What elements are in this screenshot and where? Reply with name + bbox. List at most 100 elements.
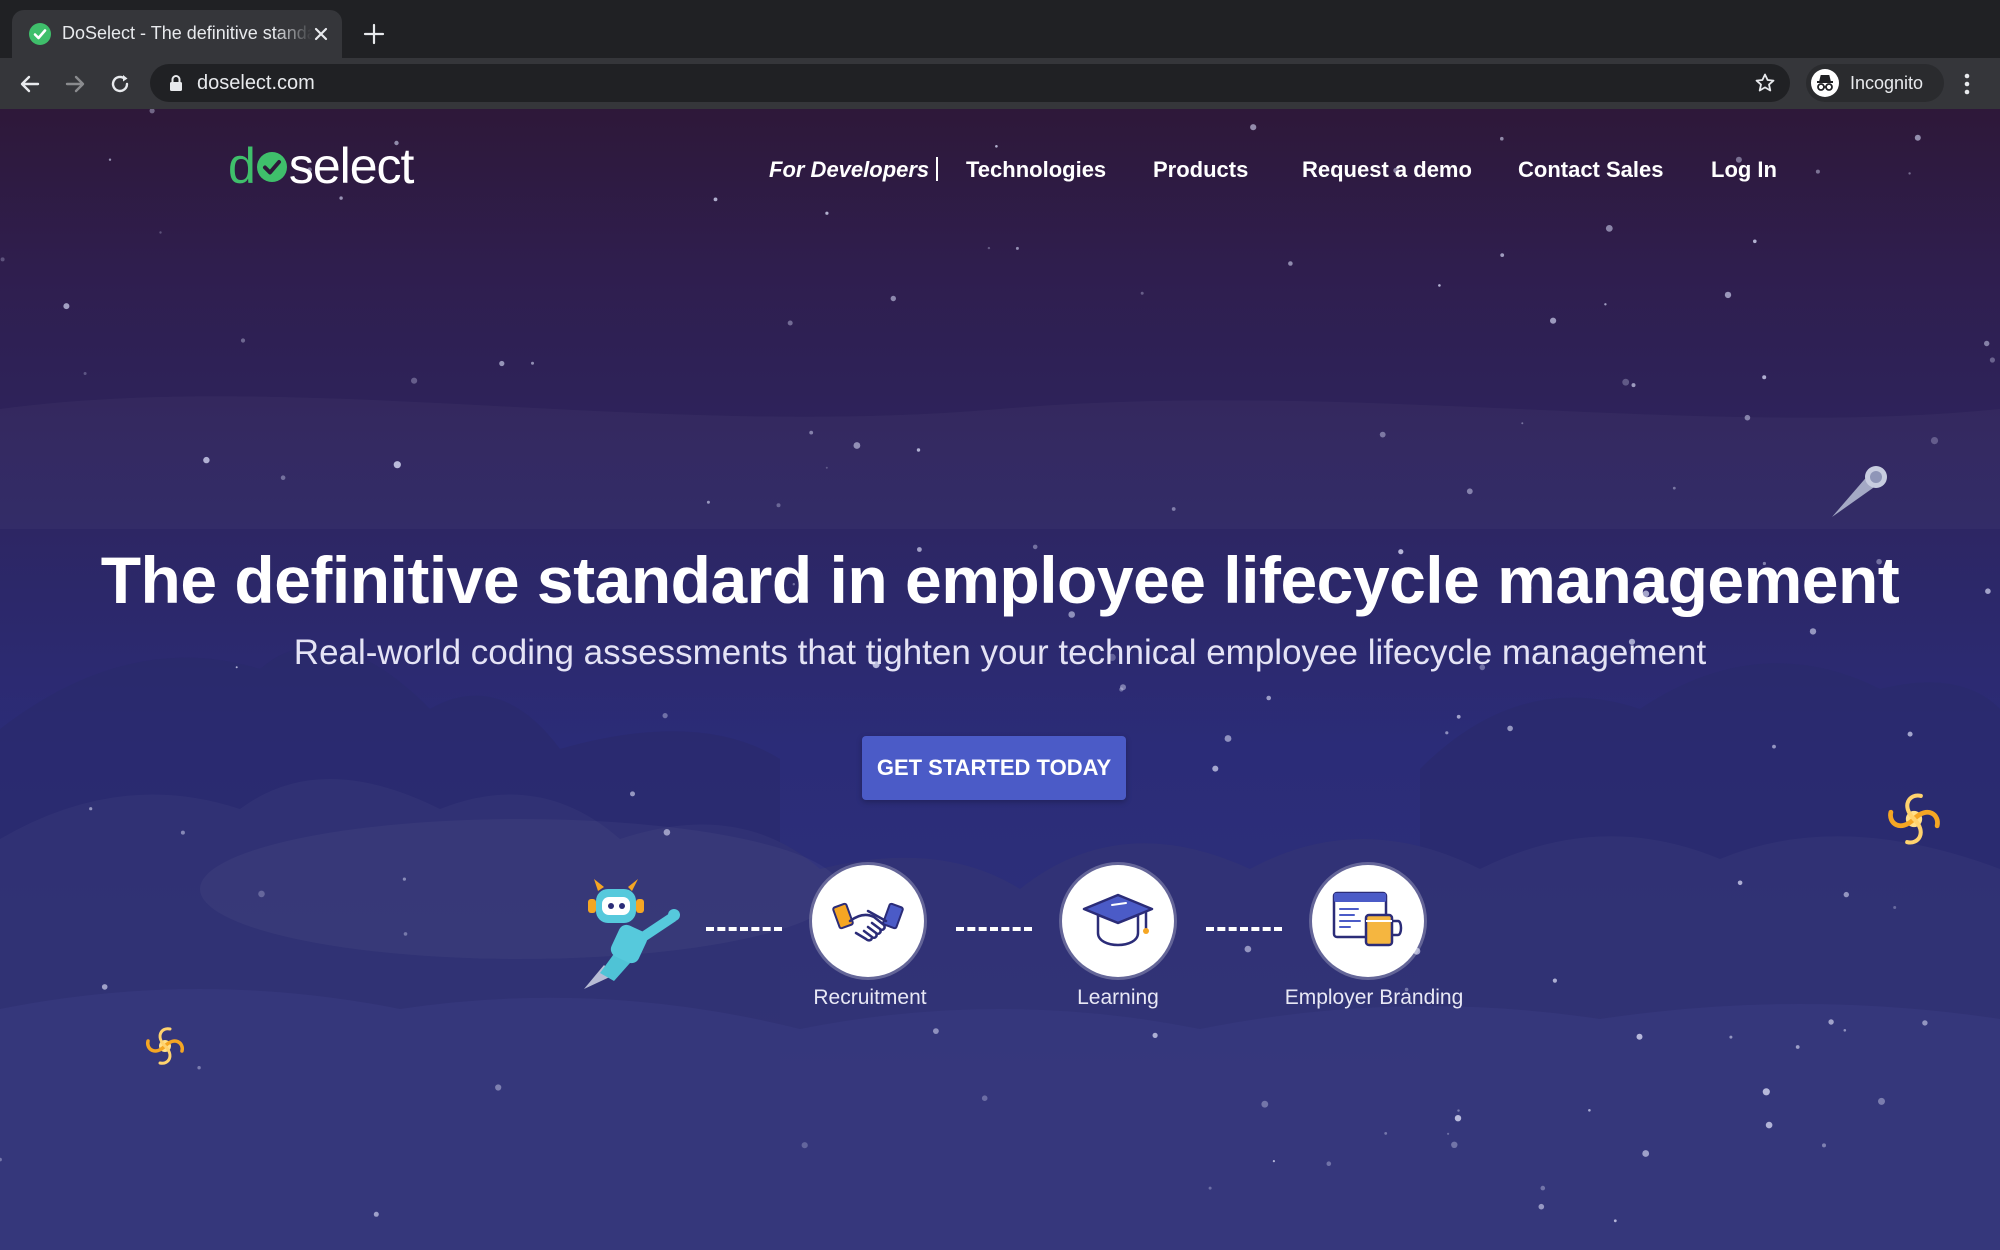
star (1908, 172, 1911, 175)
star (825, 466, 828, 469)
page-viewport: d select For Developers Technologies Prod… (0, 109, 2000, 1250)
nav-for-developers[interactable]: For Developers (769, 157, 929, 183)
star (1930, 437, 1939, 445)
star (1171, 507, 1176, 511)
star (1250, 124, 1257, 131)
star (1672, 486, 1676, 490)
star (1843, 891, 1850, 898)
nav-separator (936, 157, 938, 181)
nav-log-in[interactable]: Log In (1711, 157, 1777, 183)
star (1843, 1029, 1847, 1032)
star (0, 257, 5, 262)
star (1631, 383, 1636, 388)
lock-icon (168, 74, 184, 92)
star (159, 231, 162, 234)
star (1893, 906, 1897, 909)
reload-icon[interactable] (106, 70, 134, 98)
star (1244, 945, 1252, 953)
stage-learning[interactable] (1062, 865, 1174, 977)
star (1772, 744, 1776, 749)
star (1724, 291, 1732, 299)
star (1753, 239, 1757, 244)
star (662, 713, 668, 719)
star (393, 461, 401, 469)
robot-mascot-icon (584, 879, 680, 989)
incognito-profile-button[interactable]: Incognito (1806, 64, 1944, 102)
star (1815, 169, 1820, 174)
star (1613, 1219, 1617, 1223)
star (1272, 1160, 1275, 1163)
star (1208, 1186, 1212, 1190)
logo-check-icon (256, 137, 288, 182)
star (987, 246, 991, 250)
star (403, 932, 408, 936)
star (1605, 225, 1613, 232)
star (1989, 357, 1995, 363)
star (1451, 1141, 1458, 1149)
star (1762, 1088, 1770, 1096)
star (1466, 488, 1473, 495)
star (1765, 1121, 1773, 1129)
star (1500, 253, 1505, 257)
stage-employer-branding[interactable] (1312, 865, 1424, 977)
star (1015, 246, 1019, 250)
star (1224, 735, 1232, 742)
star (1744, 414, 1751, 421)
star (1507, 725, 1513, 732)
browser-toolbar: doselect.com Incognito (0, 58, 2000, 109)
star (1454, 1115, 1462, 1122)
browser-tab-bar: DoSelect - The definitive standard in em… (0, 0, 2000, 58)
star (1604, 303, 1607, 306)
new-tab-plus-icon[interactable] (362, 22, 386, 46)
star (1266, 695, 1271, 701)
get-started-button[interactable]: GET STARTED TODAY (862, 736, 1126, 800)
nav-request-demo[interactable]: Request a demo (1302, 157, 1472, 183)
star (495, 1084, 502, 1091)
browser-tab[interactable]: DoSelect - The definitive standard in em… (12, 10, 342, 58)
star (1622, 378, 1630, 386)
star (1984, 340, 1990, 347)
hero-subtitle: Real-world coding assessments that tight… (293, 633, 1707, 672)
forward-arrow-icon[interactable] (61, 70, 89, 98)
connector-dash (1206, 927, 1282, 931)
star (1922, 1020, 1928, 1026)
tab-close-icon[interactable] (310, 23, 332, 45)
star (1326, 1161, 1332, 1166)
star (1729, 1035, 1733, 1039)
browser-mug-icon (1332, 891, 1403, 947)
nav-contact-sales[interactable]: Contact Sales (1518, 157, 1664, 183)
star (801, 1142, 808, 1149)
star (706, 500, 710, 504)
star (83, 372, 87, 375)
star (825, 211, 829, 215)
connector-dash (706, 927, 782, 931)
doselect-logo[interactable]: d select (228, 137, 415, 201)
address-bar[interactable]: doselect.com (150, 64, 1790, 102)
star (1456, 714, 1461, 719)
tab-title: DoSelect - The definitive standard in em… (62, 23, 312, 43)
star (1762, 375, 1767, 380)
star (203, 456, 210, 464)
bookmark-star-icon[interactable] (1754, 72, 1776, 94)
star (1379, 431, 1386, 438)
handshake-icon (832, 902, 904, 942)
stage-label-learning: Learning (1077, 986, 1159, 1009)
star (713, 197, 718, 202)
stage-recruitment[interactable] (812, 865, 924, 977)
star (1140, 291, 1144, 295)
star (89, 807, 93, 811)
star (1384, 1132, 1388, 1135)
star (890, 295, 896, 302)
browser-menu-icon[interactable] (1960, 70, 1974, 98)
star (663, 829, 671, 836)
star (402, 877, 406, 881)
nav-technologies[interactable]: Technologies (966, 157, 1106, 183)
nav-products[interactable]: Products (1153, 157, 1248, 183)
star (995, 145, 998, 148)
starfield (0, 109, 1995, 1223)
logo-text: select (288, 138, 415, 194)
star (499, 360, 505, 367)
star (933, 1028, 939, 1034)
back-arrow-icon[interactable] (16, 70, 44, 98)
star (1447, 1132, 1450, 1135)
